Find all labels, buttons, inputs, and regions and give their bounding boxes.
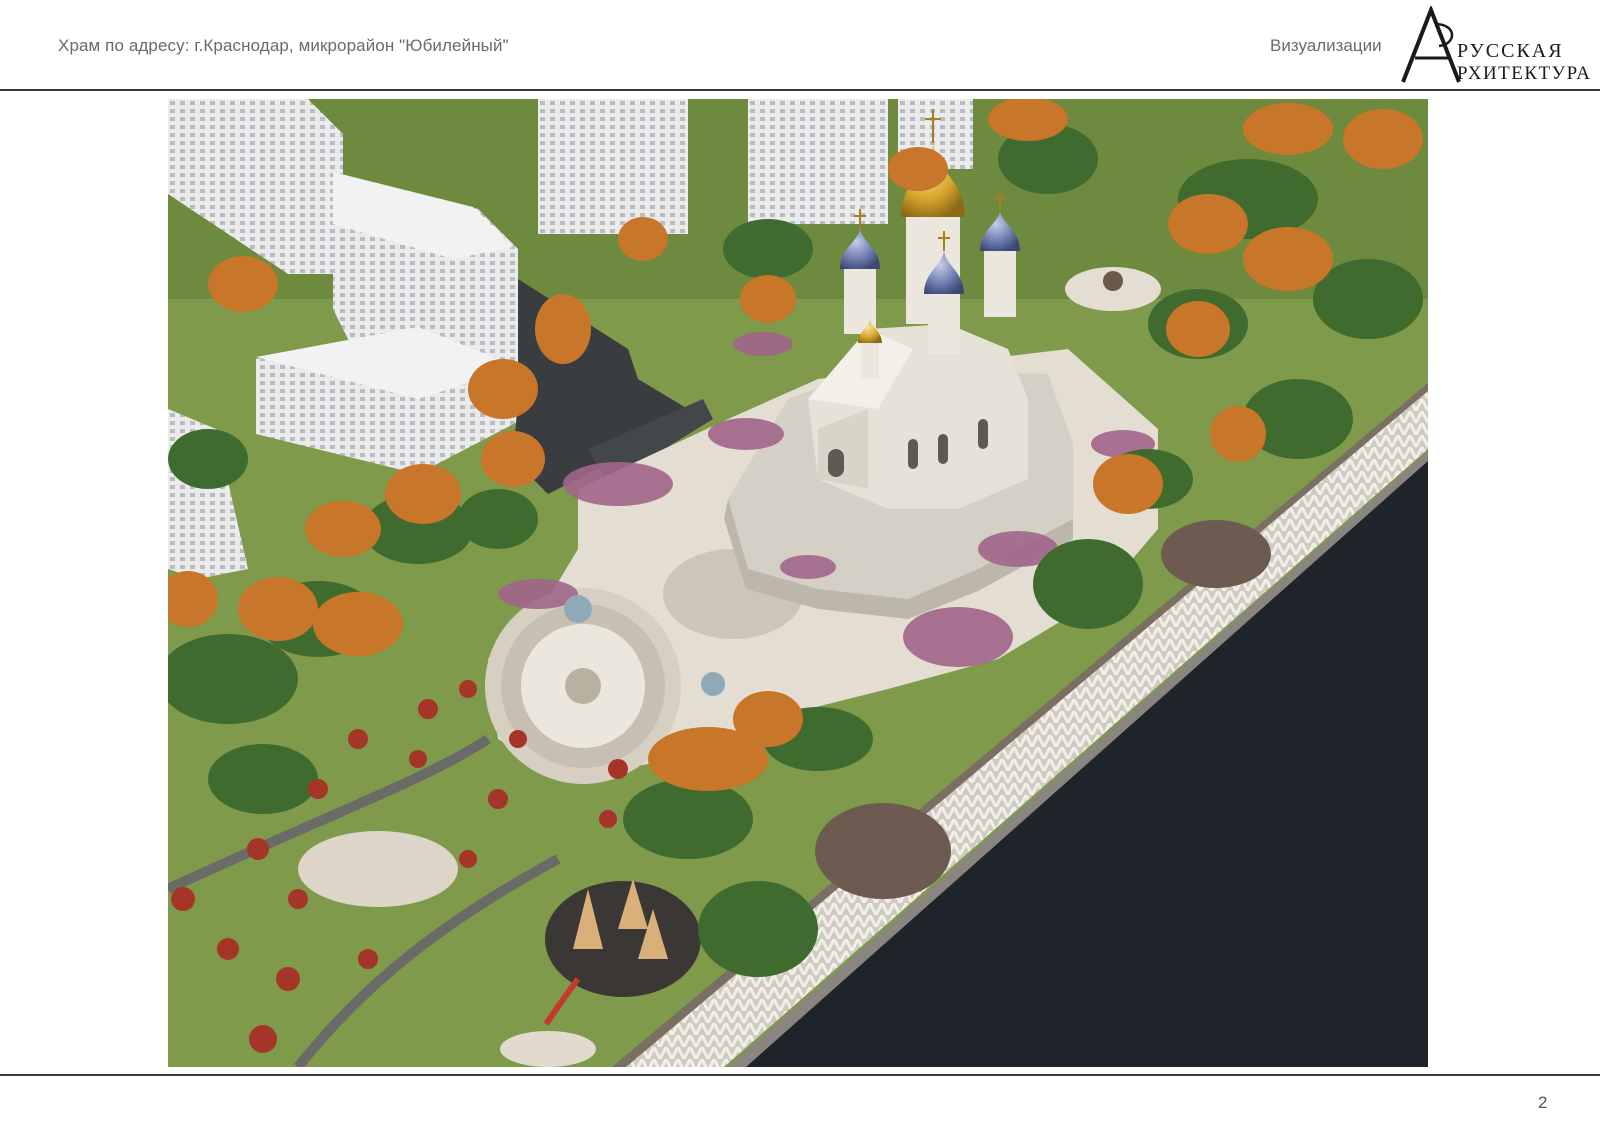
- logo-line-1: РУССКАЯ: [1457, 40, 1564, 62]
- header-divider: [0, 89, 1600, 91]
- page-header: Храм по адресу: г.Краснодар, микрорайон …: [0, 0, 1600, 92]
- section-title: Визуализации: [1270, 36, 1382, 55]
- page-number: 2: [1538, 1093, 1548, 1112]
- aerial-visualization: [168, 99, 1428, 1067]
- document-title: Храм по адресу: г.Краснодар, микрорайон …: [58, 36, 509, 55]
- russkaya-arkhitektura-logo: РУССКАЯ РХИТЕКТУРА: [1395, 6, 1590, 86]
- aerial-rendering-image: [168, 99, 1428, 1067]
- footer-divider: [0, 1074, 1600, 1076]
- logo-line-2: РХИТЕКТУРА: [1457, 63, 1592, 84]
